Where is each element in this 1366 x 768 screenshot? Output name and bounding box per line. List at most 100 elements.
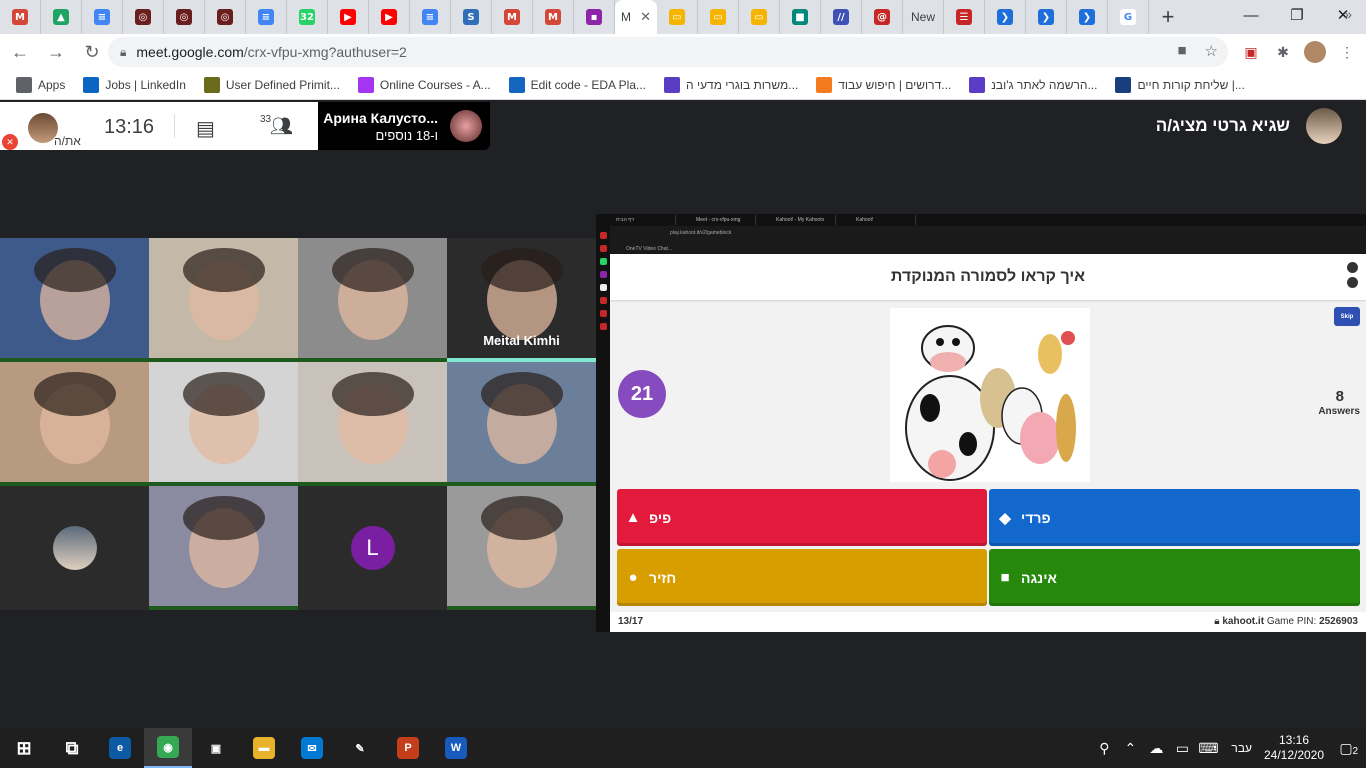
- browser-tab[interactable]: ▶: [328, 0, 369, 34]
- url-text[interactable]: meet.google.com/crx-vfpu-xmg?authuser=2: [136, 44, 406, 60]
- browser-tab[interactable]: ■: [780, 0, 821, 34]
- bookmark-item[interactable]: Apps: [16, 76, 65, 93]
- browser-tab[interactable]: S: [451, 0, 492, 34]
- answer-option[interactable]: ● חזיר: [617, 549, 987, 606]
- network-icon[interactable]: ▭: [1169, 740, 1195, 757]
- edge-icon[interactable]: e: [96, 728, 144, 768]
- keyboard-icon[interactable]: ⌨: [1195, 740, 1221, 757]
- more-bookmarks-icon[interactable]: »: [1344, 6, 1352, 22]
- chat-icon[interactable]: ▤: [196, 116, 215, 141]
- participants-summary-card[interactable]: Арина Калусто... ו-18 נוספים: [318, 102, 490, 150]
- menu-kebab-icon[interactable]: ⋮: [1336, 41, 1358, 63]
- restore-icon[interactable]: ❐: [1274, 0, 1320, 30]
- taskbar-clock[interactable]: 13:16 24/12/2020: [1262, 733, 1326, 763]
- browser-tab-strip: M ▲ ≡ ◎ ◎ ◎ ≡ 32 ▶ ▶ ≡ S M M ▪ M ✕ ▭ ▭ ▭ ■//@ New ☰ ❯ ❯ ❯ G +: [0, 0, 1366, 34]
- volume-icon[interactable]: [1347, 277, 1358, 288]
- browser-tab[interactable]: ▪: [574, 0, 615, 34]
- skip-button[interactable]: Skip: [1334, 307, 1360, 326]
- answer-option[interactable]: ◆ פרדי: [989, 489, 1360, 546]
- participant-tile[interactable]: [149, 486, 298, 610]
- bookmark-item[interactable]: Jobs | LinkedIn: [83, 76, 186, 93]
- browser-tab[interactable]: //: [821, 0, 862, 34]
- participant-tile[interactable]: [298, 238, 447, 362]
- browser-tab[interactable]: ◎: [205, 0, 246, 34]
- active-tab[interactable]: M ✕: [615, 0, 657, 34]
- address-bar[interactable]: 🔒︎ meet.google.com/crx-vfpu-xmg?authuser…: [108, 37, 1228, 67]
- participant-tile[interactable]: [0, 486, 149, 610]
- camera-icon[interactable]: ■: [1177, 42, 1186, 60]
- bookmark-item[interactable]: דרושים | חיפוש עבוד...: [816, 76, 951, 93]
- browser-tab[interactable]: ❯: [985, 0, 1026, 34]
- store-icon[interactable]: ▣: [192, 728, 240, 768]
- shared-tab: Meet - crx-vfpu-xmg: [676, 215, 756, 225]
- participant-tile[interactable]: [298, 362, 447, 486]
- participant-tile[interactable]: L: [298, 486, 447, 610]
- participant-tile[interactable]: [0, 362, 149, 486]
- bookmark-item[interactable]: Edit code - EDA Pla...: [508, 76, 646, 93]
- browser-tab[interactable]: ☰: [944, 0, 985, 34]
- browser-tab[interactable]: ▶: [369, 0, 410, 34]
- browser-tab[interactable]: ≡: [246, 0, 287, 34]
- participant-tile[interactable]: Meital Kimhi: [447, 238, 596, 362]
- powerpoint-icon[interactable]: P: [384, 728, 432, 768]
- browser-tab[interactable]: ▲: [41, 0, 82, 34]
- minimize-icon[interactable]: —: [1228, 0, 1274, 30]
- participant-tile[interactable]: [0, 238, 149, 362]
- bookmark-item[interactable]: Online Courses - A...: [357, 76, 491, 93]
- notifications-icon[interactable]: ▢ 2: [1326, 740, 1366, 757]
- reload-icon[interactable]: ↻: [76, 36, 108, 68]
- show-hidden-icons[interactable]: ⌃: [1117, 740, 1143, 757]
- onedrive-icon[interactable]: ☁: [1143, 740, 1169, 757]
- chrome-icon[interactable]: ◉: [144, 728, 192, 768]
- browser-tab[interactable]: @: [862, 0, 903, 34]
- participant-tile[interactable]: [149, 362, 298, 486]
- participant-tile[interactable]: [447, 486, 596, 610]
- browser-tab[interactable]: ❯: [1026, 0, 1067, 34]
- word-icon[interactable]: W: [432, 728, 480, 768]
- browser-tab[interactable]: ▭: [698, 0, 739, 34]
- browser-tab[interactable]: ▭: [657, 0, 698, 34]
- extension-icon[interactable]: ▣: [1240, 41, 1262, 63]
- lock-icon[interactable]: 🔒︎: [120, 45, 126, 60]
- file-explorer-glyph: ▬: [253, 737, 275, 759]
- paint-icon[interactable]: ✎: [336, 728, 384, 768]
- participant-tile[interactable]: [149, 238, 298, 362]
- browser-tab[interactable]: M: [533, 0, 574, 34]
- participant-tile[interactable]: [447, 362, 596, 486]
- windows-start-icon[interactable]: ⊞: [0, 728, 48, 768]
- music-icon[interactable]: [1347, 262, 1358, 273]
- browser-tab[interactable]: G: [1108, 0, 1149, 34]
- mail-icon[interactable]: ✉: [288, 728, 336, 768]
- bookmark-item[interactable]: User Defined Primit...: [203, 76, 340, 93]
- new-tab-plus-icon[interactable]: +: [1149, 0, 1187, 34]
- person-icon[interactable]: ⚲: [1091, 740, 1117, 757]
- bookmark-item[interactable]: שליחת קורות חיים |...: [1115, 76, 1245, 93]
- browser-tab[interactable]: ▭: [739, 0, 780, 34]
- extensions-puzzle-icon[interactable]: ✱: [1272, 41, 1294, 63]
- browser-tab[interactable]: ◎: [164, 0, 205, 34]
- task-view-icon[interactable]: ⧉: [48, 728, 96, 768]
- browser-tab[interactable]: ◎: [123, 0, 164, 34]
- mic-off-icon[interactable]: ✕: [2, 134, 18, 150]
- close-window-icon[interactable]: ✕: [1320, 0, 1366, 30]
- browser-tab[interactable]: M: [0, 0, 41, 34]
- bookmark-item[interactable]: הרשמה לאתר ג'ובנ...: [969, 76, 1097, 93]
- close-tab-icon[interactable]: ✕: [640, 9, 651, 25]
- profile-avatar[interactable]: [1304, 41, 1326, 63]
- forward-icon[interactable]: →: [40, 36, 72, 68]
- browser-tab[interactable]: ≡: [410, 0, 451, 34]
- file-explorer-icon[interactable]: ▬: [240, 728, 288, 768]
- new-tab-page-tab[interactable]: New: [903, 0, 944, 34]
- browser-tab[interactable]: ≡: [82, 0, 123, 34]
- bookmark-item[interactable]: משרות בוגרי מדעי ה...: [664, 76, 798, 93]
- bookmark-star-icon[interactable]: ☆: [1205, 42, 1218, 60]
- people-icon[interactable]: 👥︎: [270, 116, 293, 137]
- browser-tab[interactable]: ❯: [1067, 0, 1108, 34]
- presentation-screen[interactable]: דף הבית Meet - crx-vfpu-xmg Kahoot! - My K…: [596, 214, 1366, 632]
- language-indicator[interactable]: עבר: [1231, 741, 1252, 755]
- browser-tab[interactable]: M: [492, 0, 533, 34]
- answer-option[interactable]: ■ אינגה: [989, 549, 1360, 606]
- browser-tab[interactable]: 32: [287, 0, 328, 34]
- answer-option[interactable]: ▲ פיפ: [617, 489, 987, 546]
- back-icon[interactable]: ←: [4, 36, 36, 68]
